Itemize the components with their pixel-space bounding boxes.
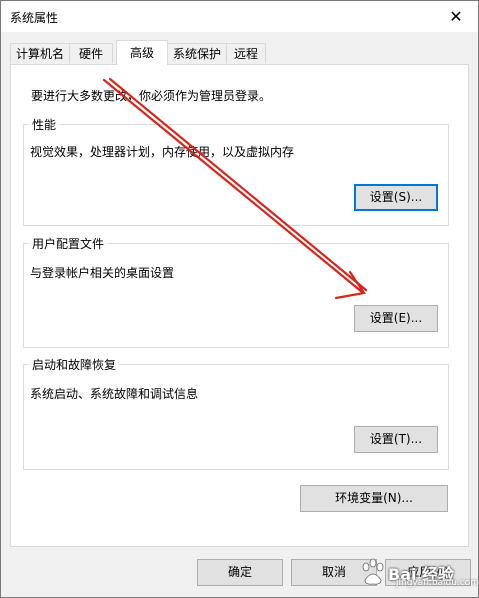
startup-recovery-description: 系统启动、系统故障和调试信息 bbox=[30, 387, 199, 401]
tab-computer-name[interactable]: 计算机名 bbox=[10, 43, 70, 63]
window-title: 系统属性 bbox=[10, 11, 59, 25]
performance-group: 性能 视觉效果，处理器计划，内存使用，以及虚拟内存 设置(S)... bbox=[23, 116, 449, 226]
tab-system-protection[interactable]: 系统保护 bbox=[167, 43, 227, 63]
environment-variables-button[interactable]: 环境变量(N)... bbox=[300, 485, 448, 512]
tab-hardware[interactable]: 硬件 bbox=[69, 43, 113, 63]
user-profile-group: 用户配置文件 与登录帐户相关的桌面设置 设置(E)... bbox=[23, 235, 449, 348]
title-bar: 系统属性 ✕ bbox=[1, 1, 478, 32]
startup-recovery-settings-button[interactable]: 设置(T)... bbox=[354, 426, 438, 453]
user-profile-settings-button[interactable]: 设置(E)... bbox=[354, 305, 438, 332]
admin-notice: 要进行大多数更改，你必须作为管理员登录。 bbox=[31, 89, 272, 103]
system-properties-window: 系统属性 ✕ 计算机名 硬件 高级 系统保护 远程 要进行大多数更改，你必须作为… bbox=[0, 0, 479, 598]
performance-group-title: 性能 bbox=[29, 116, 60, 133]
tab-remote[interactable]: 远程 bbox=[226, 43, 266, 63]
baidu-jingyan-watermark: Bai 经验 jingyan.baidu.com bbox=[360, 553, 479, 593]
tab-advanced[interactable]: 高级 bbox=[116, 40, 168, 65]
performance-settings-button[interactable]: 设置(S)... bbox=[354, 184, 438, 211]
user-profile-group-title: 用户配置文件 bbox=[29, 235, 108, 252]
performance-description: 视觉效果，处理器计划，内存使用，以及虚拟内存 bbox=[30, 145, 295, 159]
ok-button[interactable]: 确定 bbox=[197, 559, 283, 586]
startup-recovery-group-title: 启动和故障恢复 bbox=[29, 356, 120, 373]
watermark-subtext: jingyan.baidu.com bbox=[396, 578, 479, 588]
startup-recovery-group: 启动和故障恢复 系统启动、系统故障和调试信息 设置(T)... bbox=[23, 356, 449, 470]
paw-logo-icon bbox=[362, 558, 384, 585]
advanced-tab-panel: 要进行大多数更改，你必须作为管理员登录。 性能 视觉效果，处理器计划，内存使用，… bbox=[10, 64, 469, 547]
user-profile-description: 与登录帐户相关的桌面设置 bbox=[30, 266, 175, 280]
close-icon[interactable]: ✕ bbox=[434, 1, 478, 32]
tab-strip: 计算机名 硬件 高级 系统保护 远程 bbox=[10, 40, 470, 65]
